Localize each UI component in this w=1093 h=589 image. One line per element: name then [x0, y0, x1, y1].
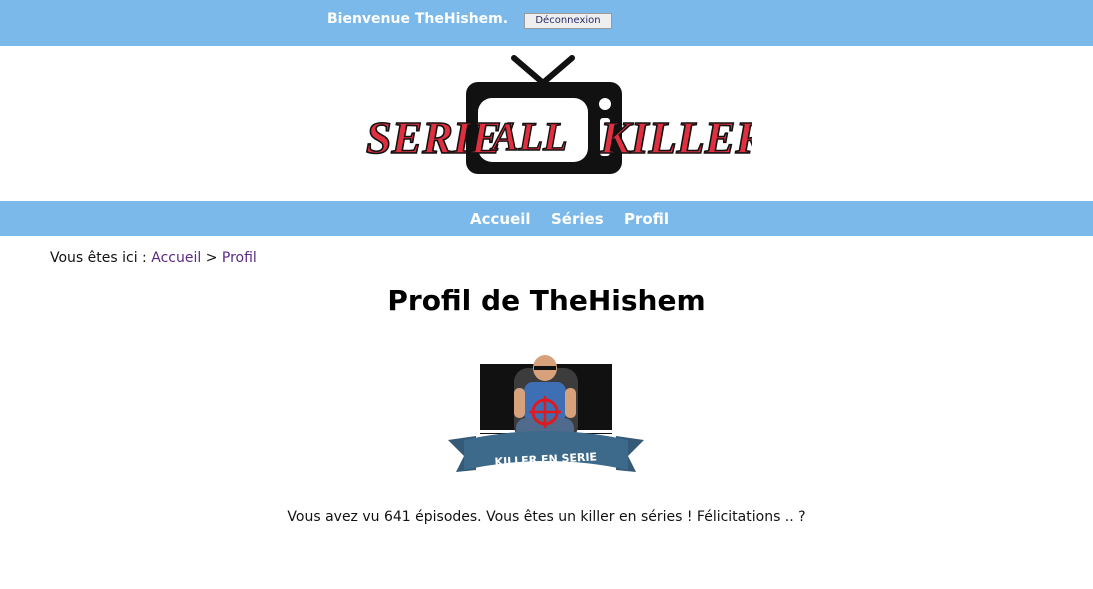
logo-text-middle: ALL — [489, 114, 568, 159]
badge-character-arm-right — [565, 388, 576, 418]
tv-antenna-left — [511, 55, 545, 85]
nav-item-series[interactable]: Séries — [551, 210, 604, 228]
nav-item-accueil[interactable]: Accueil — [470, 210, 531, 228]
episodes-message: Vous avez vu 641 épisodes. Vous êtes un … — [287, 509, 806, 525]
tv-knob — [599, 98, 611, 110]
breadcrumb-current-link[interactable]: Profil — [222, 250, 257, 266]
breadcrumb-separator: > — [205, 250, 218, 266]
page-title: Profil de TheHishem — [387, 284, 706, 317]
site-logo[interactable]: SERIE' ALL KILLER — [364, 52, 752, 178]
killer-badge: KILLER EN SERIE — [448, 355, 644, 472]
breadcrumb-home-link[interactable]: Accueil — [151, 250, 201, 266]
badge-glasses — [534, 366, 556, 370]
welcome-message: Bienvenue TheHishem. — [327, 11, 509, 27]
tv-antenna-right — [541, 55, 575, 85]
top-bar: Bienvenue TheHishem. Déconnexion — [0, 0, 1093, 46]
logout-button[interactable]: Déconnexion — [524, 13, 612, 29]
logo-text-right: KILLER — [599, 112, 752, 163]
main-nav: Accueil Séries Profil — [0, 201, 1093, 236]
badge-character-arm-left — [514, 388, 525, 418]
header-logo-area: SERIE' ALL KILLER — [0, 46, 1093, 201]
breadcrumb: Vous êtes ici : Accueil > Profil — [50, 250, 257, 266]
nav-item-profil[interactable]: Profil — [624, 210, 669, 228]
breadcrumb-prefix: Vous êtes ici : — [50, 250, 147, 266]
